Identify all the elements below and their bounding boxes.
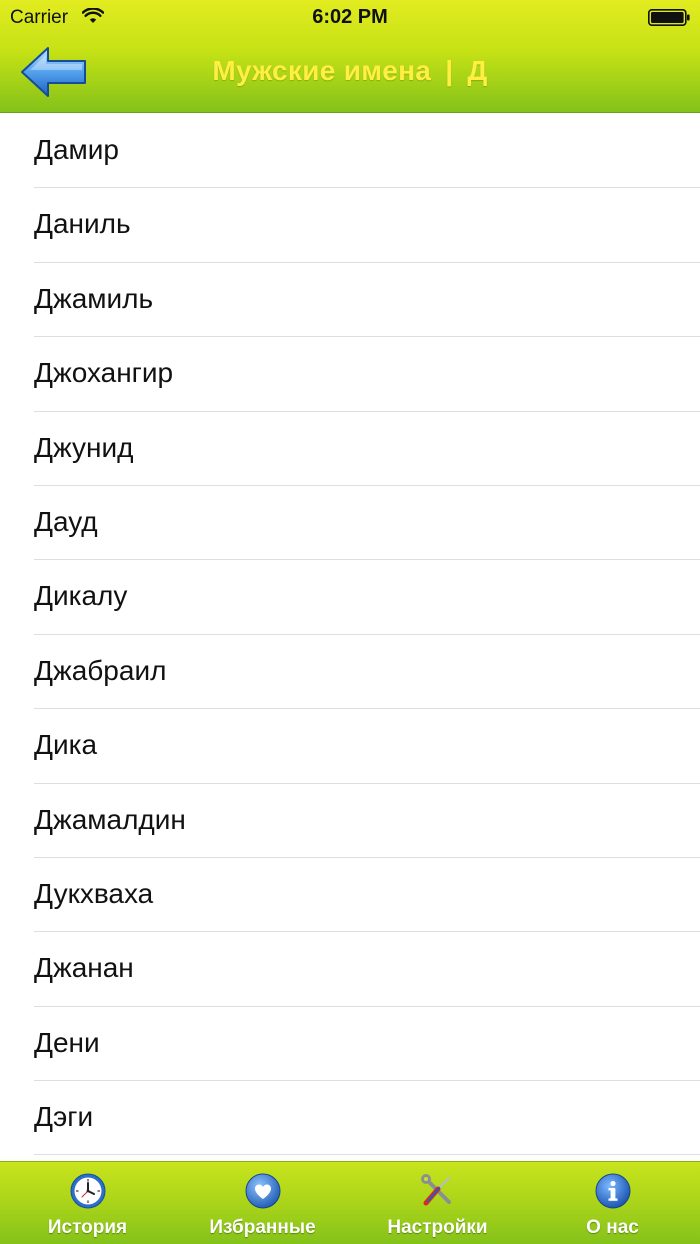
list-item[interactable]: Дукхваха [0, 858, 700, 933]
title-separator: | [445, 55, 454, 86]
list-item[interactable]: Дамир [0, 114, 700, 189]
list-item[interactable]: Джабраил [0, 635, 700, 710]
tab-favorites[interactable]: Избранные [175, 1162, 350, 1244]
list-item-label: Джамиль [34, 282, 154, 314]
page-title-letter: Д [467, 55, 488, 86]
list-item-label: Дамир [34, 134, 119, 165]
list-item-label: Джамалдин [34, 803, 186, 835]
page-title: Мужские имена | Д [0, 55, 700, 87]
status-bar: Carrier 6:02 PM [0, 0, 700, 36]
tab-settings[interactable]: Настройки [350, 1162, 525, 1244]
list-item[interactable]: Джунид [0, 412, 700, 486]
list-item-label: Дукхваха [34, 877, 154, 909]
list-item[interactable]: Джанан [0, 932, 700, 1007]
list-item[interactable]: Джамиль [0, 263, 700, 338]
tab-label: Избранные [209, 1217, 316, 1238]
list-divider [34, 1154, 700, 1156]
list-item[interactable]: Даниль [0, 188, 700, 263]
list-item[interactable]: Дика [0, 709, 700, 784]
list-item-label: Дикалу [34, 580, 128, 612]
heart-icon [245, 1173, 280, 1209]
list-item[interactable]: Дауд [0, 486, 700, 561]
app-screen: Carrier 6:02 PM Мужские имена | Д Дамир … [0, 0, 700, 1244]
page-title-text: Мужские имена [212, 55, 432, 86]
info-icon [595, 1173, 630, 1209]
list-item[interactable]: Дени [0, 1007, 700, 1082]
tab-bar: История Избранные Настройки О нас [0, 1161, 700, 1244]
header: Carrier 6:02 PM Мужские имена | Д [0, 0, 700, 113]
list-item-label: Джунид [34, 431, 134, 463]
status-time: 6:02 PM [312, 6, 388, 28]
list-item-label: Дэги [34, 1101, 94, 1133]
list-item[interactable]: Джохангир [0, 337, 700, 412]
list-item[interactable]: Джамалдин [0, 784, 700, 858]
tab-label: О нас [586, 1217, 639, 1238]
names-list[interactable]: Дамир Даниль Джамиль Джохангир Джунид Да… [0, 114, 700, 1161]
tab-about[interactable]: О нас [525, 1162, 700, 1244]
list-item-label: Джабраил [34, 654, 167, 686]
list-item-label: Джанан [34, 952, 134, 984]
list-item-label: Дауд [34, 505, 98, 537]
clock-icon [70, 1173, 105, 1209]
list-item-label: Джохангир [34, 357, 174, 389]
list-item[interactable]: Дэги [0, 1081, 700, 1156]
tab-label: История [47, 1217, 128, 1238]
tab-label: Настройки [387, 1217, 488, 1238]
battery-icon [648, 9, 690, 26]
list-item-label: Дени [34, 1026, 100, 1058]
list-item[interactable]: Дикалу [0, 560, 700, 635]
list-item-label: Даниль [34, 208, 131, 240]
list-item-label: Дика [34, 729, 98, 761]
tools-icon [420, 1174, 451, 1206]
tab-history[interactable]: История [0, 1162, 175, 1244]
